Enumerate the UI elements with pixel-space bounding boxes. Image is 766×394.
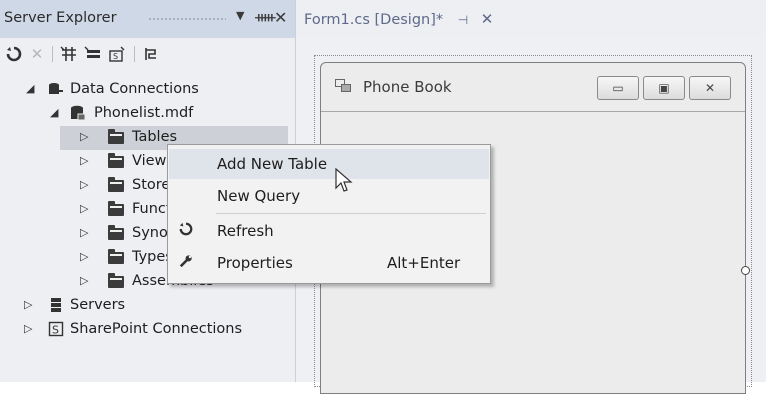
connect-to-server-icon[interactable] bbox=[82, 44, 104, 64]
expand-arrow-icon[interactable]: ▷ bbox=[80, 202, 88, 215]
menu-item-label: New Query bbox=[217, 187, 301, 205]
connect-to-sharepoint-icon[interactable]: S bbox=[106, 44, 128, 64]
close-icon[interactable]: ✕ bbox=[274, 8, 287, 27]
server-explorer-titlebar[interactable]: Server Explorer ▼ ᚔ ✕ bbox=[0, 0, 295, 38]
server-explorer-toolbar: ✕ S bbox=[0, 38, 295, 70]
tree-label: Phonelist.mdf bbox=[94, 105, 194, 121]
expand-arrow-icon[interactable]: ▷ bbox=[80, 178, 88, 191]
tree-node-servers[interactable]: ▷ Servers bbox=[0, 294, 295, 318]
expand-arrow-icon[interactable]: ▷ bbox=[80, 274, 88, 287]
pin-icon[interactable]: ⊣ bbox=[458, 13, 468, 27]
properties-icon[interactable] bbox=[140, 44, 162, 64]
collapse-arrow-icon[interactable]: ◢ bbox=[26, 82, 34, 95]
menu-item-label: Properties bbox=[217, 254, 293, 272]
database-icon bbox=[70, 105, 86, 121]
folder-icon bbox=[108, 153, 124, 168]
expand-arrow-icon[interactable]: ▷ bbox=[80, 154, 88, 167]
menu-item-new-query[interactable]: New Query bbox=[169, 181, 489, 211]
document-tab-bar: Form1.cs [Design]* ⊣ ✕ bbox=[296, 0, 766, 38]
tab-label: Form1.cs [Design]* bbox=[304, 12, 444, 28]
collapse-arrow-icon[interactable]: ◢ bbox=[50, 106, 58, 119]
minimize-icon[interactable]: ▭ bbox=[597, 76, 639, 100]
folder-icon bbox=[108, 201, 124, 216]
form-titlebar: Phone Book ▭ ▣ ✕ bbox=[321, 63, 745, 112]
folder-icon bbox=[108, 273, 124, 288]
tree-label: SharePoint Connections bbox=[70, 321, 243, 337]
wrench-icon bbox=[179, 254, 193, 272]
tree-label: Tables bbox=[132, 129, 178, 145]
menu-item-label: Refresh bbox=[217, 222, 274, 240]
tree-label: Data Connections bbox=[70, 81, 199, 97]
resize-handle[interactable] bbox=[741, 266, 750, 275]
connect-to-database-icon[interactable] bbox=[58, 44, 80, 64]
menu-item-label: Add New Table bbox=[217, 155, 328, 173]
refresh-icon[interactable] bbox=[3, 44, 25, 64]
refresh-icon bbox=[179, 222, 193, 240]
folder-icon bbox=[108, 129, 124, 144]
menu-separator bbox=[216, 213, 486, 214]
svg-text:S: S bbox=[52, 324, 59, 337]
stop-icon[interactable]: ✕ bbox=[26, 44, 48, 64]
close-icon[interactable]: ✕ bbox=[689, 76, 731, 100]
toolbar-separator bbox=[52, 46, 53, 62]
tree-node-sharepoint[interactable]: ▷ S SharePoint Connections bbox=[0, 318, 295, 342]
drag-grip[interactable] bbox=[148, 17, 226, 22]
dropdown-arrow-icon[interactable]: ▼ bbox=[236, 9, 244, 22]
expand-arrow-icon[interactable]: ▷ bbox=[24, 322, 32, 335]
menu-item-properties[interactable]: Properties Alt+Enter bbox=[169, 248, 489, 278]
form-icon bbox=[335, 79, 351, 93]
folder-icon bbox=[108, 225, 124, 240]
tree-label: Servers bbox=[70, 297, 126, 313]
tab-form1-design[interactable]: Form1.cs [Design]* ⊣ ✕ bbox=[304, 10, 493, 28]
mouse-cursor-icon bbox=[335, 168, 353, 192]
pin-icon[interactable]: ᚔ bbox=[255, 8, 276, 26]
server-icon bbox=[48, 297, 64, 313]
sharepoint-icon: S bbox=[48, 321, 64, 337]
expand-arrow-icon[interactable]: ▷ bbox=[24, 298, 32, 311]
menu-item-shortcut: Alt+Enter bbox=[387, 254, 461, 272]
svg-text:S: S bbox=[113, 52, 118, 61]
close-icon[interactable]: ✕ bbox=[481, 10, 494, 28]
menu-item-refresh[interactable]: Refresh bbox=[169, 216, 489, 246]
expand-arrow-icon[interactable]: ▷ bbox=[80, 226, 88, 239]
menu-item-add-new-table[interactable]: Add New Table bbox=[169, 149, 489, 179]
maximize-icon[interactable]: ▣ bbox=[643, 76, 685, 100]
tree-node-database[interactable]: ◢ Phonelist.mdf bbox=[0, 102, 295, 126]
form-title: Phone Book bbox=[363, 78, 452, 96]
tree-node-data-connections[interactable]: ◢ Data Connections bbox=[0, 78, 295, 102]
expand-arrow-icon[interactable]: ▷ bbox=[80, 130, 88, 143]
context-menu: Add New Table New Query Refresh Properti… bbox=[167, 144, 491, 284]
expand-arrow-icon[interactable]: ▷ bbox=[80, 250, 88, 263]
data-connections-icon bbox=[48, 81, 64, 97]
toolbar-separator bbox=[134, 46, 135, 62]
folder-icon bbox=[108, 249, 124, 264]
panel-title: Server Explorer bbox=[4, 10, 117, 26]
folder-icon bbox=[108, 177, 124, 192]
